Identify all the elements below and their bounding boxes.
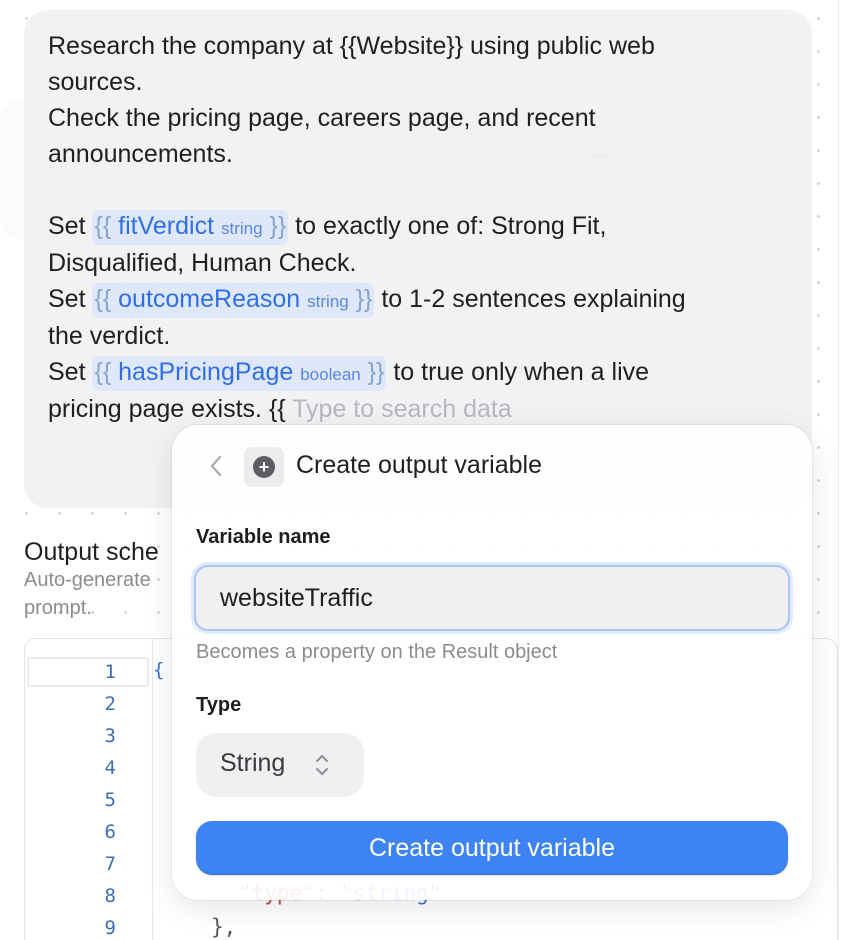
- variable-search-placeholder[interactable]: Type to search data: [292, 395, 512, 423]
- chevron-up-down-icon: [316, 755, 328, 775]
- create-variable-popover: + Create output variable Variable name B…: [172, 425, 812, 900]
- line-number-gutter: 1 2 3 4 5 6 7 8 9: [25, 639, 153, 940]
- line-number: 3: [104, 725, 116, 747]
- chevron-left-icon: [210, 455, 222, 477]
- type-select-value: String: [220, 749, 286, 777]
- type-label: Type: [196, 694, 242, 716]
- prompt-line: Set {{ fitVerdict string }} to exactly o…: [48, 208, 778, 245]
- type-select[interactable]: String: [196, 733, 364, 797]
- back-button[interactable]: [202, 451, 230, 481]
- variable-chip-haspricingpage[interactable]: {{ hasPricingPage boolean }}: [92, 356, 387, 391]
- prompt-text[interactable]: Research the company at {{Website}} usin…: [48, 28, 778, 427]
- variable-chip-outcomereason[interactable]: {{ outcomeReason string }}: [92, 283, 375, 318]
- line-number: 8: [104, 885, 116, 907]
- variable-chip-fitverdict[interactable]: {{ fitVerdict string }}: [92, 210, 289, 245]
- prompt-line: pricing page exists. {{ Type to search d…: [48, 395, 512, 423]
- code-open-brace: {: [153, 659, 165, 681]
- prompt-line: sources.: [48, 68, 143, 96]
- prompt-line: Check the pricing page, careers page, an…: [48, 104, 596, 132]
- popover-header: + Create output variable: [172, 425, 812, 509]
- prompt-line: announcements.: [48, 140, 233, 168]
- typed-brace: {{: [268, 395, 286, 423]
- prompt-line: Set {{ outcomeReason string }} to 1-2 se…: [48, 281, 778, 318]
- popover-title: Create output variable: [296, 451, 542, 479]
- line-number: 7: [104, 853, 116, 875]
- line-number: 9: [104, 917, 116, 939]
- prompt-line: Set {{ hasPricingPage boolean }} to true…: [48, 354, 778, 391]
- line-number: 1: [104, 661, 116, 683]
- output-schema-subtitle: Auto-generate prompt.: [24, 569, 151, 619]
- prompt-line: Research the company at {{Website}} usin…: [48, 32, 655, 60]
- right-panel-edge: [838, 0, 852, 940]
- line-number: 5: [104, 789, 116, 811]
- output-schema-title: Output sche: [24, 538, 159, 566]
- line-number: 6: [104, 821, 116, 843]
- line-number: 2: [104, 693, 116, 715]
- variable-name-input[interactable]: [194, 565, 790, 631]
- variable-name-label: Variable name: [196, 526, 331, 548]
- prompt-line: Disqualified, Human Check.: [48, 249, 357, 277]
- plus-circle-icon: +: [253, 456, 275, 478]
- create-output-variable-button[interactable]: Create output variable: [196, 821, 788, 875]
- code-line-closing: },: [211, 915, 237, 939]
- add-variable-icon: +: [244, 447, 284, 487]
- line-number: 4: [104, 757, 116, 779]
- prompt-line: the verdict.: [48, 322, 171, 350]
- variable-name-helper: Becomes a property on the Result object: [196, 641, 558, 663]
